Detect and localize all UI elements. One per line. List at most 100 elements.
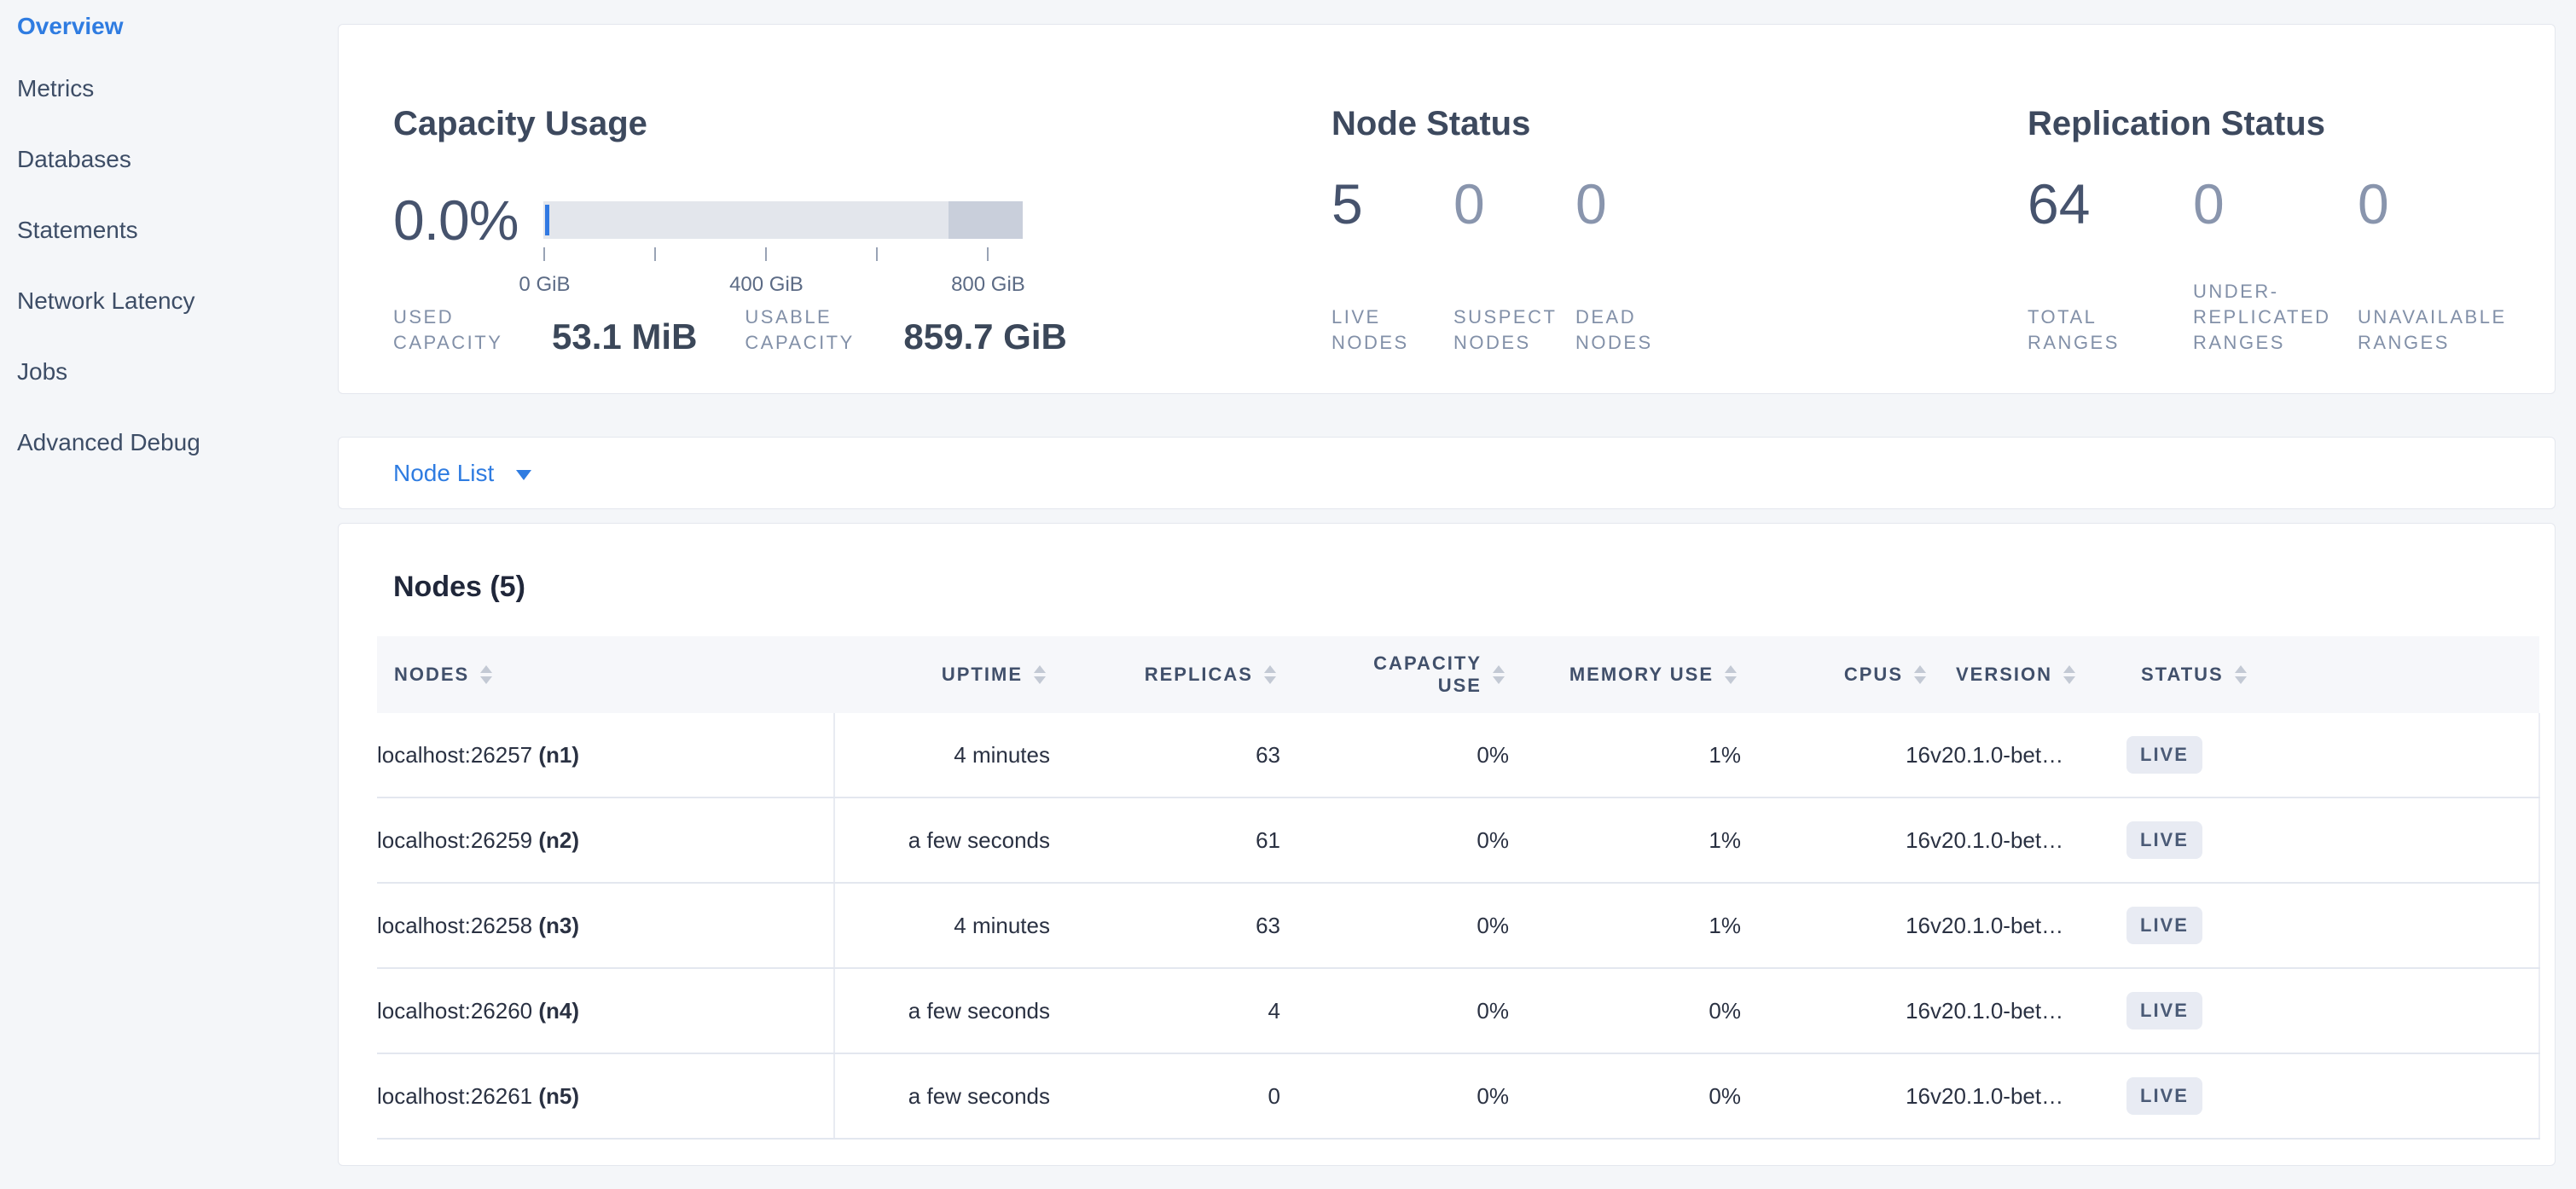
- dead-nodes-label: DEAD NODES: [1575, 304, 1686, 356]
- sidebar-item-databases[interactable]: Databases: [0, 124, 338, 194]
- node-memory-use: 0%: [1509, 968, 1741, 1053]
- node-id: (n2): [538, 827, 579, 853]
- node-uptime: a few seconds: [834, 968, 1050, 1053]
- node-uptime: a few seconds: [834, 798, 1050, 883]
- node-address: localhost:26260 (n4): [377, 968, 834, 1053]
- sort-icon: [476, 665, 496, 684]
- axis-label-800: 800 GiB: [920, 273, 1056, 297]
- column-header-capacity-use[interactable]: CAPACITY USE: [1280, 636, 1509, 713]
- cluster-overview-page: Overview Metrics Databases Statements Ne…: [0, 0, 2576, 1189]
- sidebar-item-statements[interactable]: Statements: [0, 194, 338, 265]
- sidebar-item-label: Databases: [17, 146, 131, 173]
- column-header-replicas[interactable]: REPLICAS: [1050, 636, 1280, 713]
- sidebar-item-network-latency[interactable]: Network Latency: [0, 265, 338, 336]
- sort-icon: [2231, 665, 2251, 684]
- node-uptime: a few seconds: [834, 1053, 1050, 1139]
- node-id: (n4): [538, 998, 579, 1024]
- node-address: localhost:26257 (n1): [377, 713, 834, 798]
- node-memory-use: 1%: [1509, 883, 1741, 968]
- node-replicas: 0: [1050, 1053, 1280, 1139]
- node-replicas: 61: [1050, 798, 1280, 883]
- under-replicated-ranges-label: UNDER-REPLICATED RANGES: [2193, 279, 2351, 356]
- sidebar-item-jobs[interactable]: Jobs: [0, 336, 338, 407]
- table-row-n1: localhost:26257 (n1) 4 minutes 63 0% 1% …: [377, 713, 2539, 798]
- sidebar-item-metrics[interactable]: Metrics: [0, 53, 338, 124]
- sort-icon: [1030, 665, 1050, 684]
- node-version: v20.1.0-bet…: [1930, 883, 2126, 968]
- capacity-bar-chart: 0 GiB 400 GiB 800 GiB: [543, 201, 1023, 239]
- table-row-n5: localhost:26261 (n5) a few seconds 0 0% …: [377, 1053, 2539, 1139]
- replication-metrics: 64 0 0: [2028, 171, 2389, 236]
- node-status-section: Node Status 5 0 0 LIVE NODES SUSPECT NOD…: [1332, 25, 2028, 393]
- column-header-version[interactable]: VERSION: [1930, 636, 2126, 713]
- node-status-cell: LIVE: [2126, 713, 2539, 798]
- table-row-n3: localhost:26258 (n3) 4 minutes 63 0% 1% …: [377, 883, 2539, 968]
- node-version: v20.1.0-bet…: [1930, 1053, 2126, 1139]
- node-list-dropdown-label: Node List: [393, 460, 494, 487]
- node-status-metrics: 5 0 0: [1332, 171, 1697, 236]
- axis-label-0: 0 GiB: [476, 273, 612, 297]
- axis-tick: [765, 247, 767, 261]
- column-header-cpus[interactable]: CPUS: [1741, 636, 1930, 713]
- table-header-row: NODES UPTIME REPLICAS CAPACITY USE MEMOR…: [377, 636, 2539, 713]
- node-address: localhost:26261 (n5): [377, 1053, 834, 1139]
- node-memory-use: 0%: [1509, 1053, 1741, 1139]
- suspect-nodes-label: SUSPECT NODES: [1453, 304, 1564, 356]
- node-uptime: 4 minutes: [834, 883, 1050, 968]
- nodes-table: NODES UPTIME REPLICAS CAPACITY USE MEMOR…: [377, 636, 2540, 1140]
- used-capacity-label: USED CAPACITY: [393, 304, 521, 356]
- node-replicas: 63: [1050, 883, 1280, 968]
- node-memory-use: 1%: [1509, 798, 1741, 883]
- column-header-memory-use[interactable]: MEMORY USE: [1509, 636, 1741, 713]
- usable-capacity-label: USABLE CAPACITY: [745, 304, 873, 356]
- node-replicas: 63: [1050, 713, 1280, 798]
- table-row-n2: localhost:26259 (n2) a few seconds 61 0%…: [377, 798, 2539, 883]
- node-id: (n5): [538, 1083, 579, 1109]
- sidebar-item-label: Overview: [17, 13, 124, 40]
- node-uptime: 4 minutes: [834, 713, 1050, 798]
- node-capacity-use: 0%: [1280, 798, 1509, 883]
- replication-status-section: Replication Status 64 0 0 TOTAL RANGES U…: [2028, 25, 2555, 393]
- sidebar-item-overview[interactable]: Overview: [0, 0, 338, 53]
- node-cpus: 16: [1741, 1053, 1930, 1139]
- capacity-usage-title: Capacity Usage: [393, 104, 647, 143]
- node-id: (n3): [538, 913, 579, 938]
- sidebar-item-label: Statements: [17, 217, 138, 244]
- column-header-status[interactable]: STATUS: [2126, 636, 2539, 713]
- node-cpus: 16: [1741, 883, 1930, 968]
- cluster-summary-card: Capacity Usage 0.0% 0 GiB 400 GiB: [338, 24, 2556, 394]
- node-list-dropdown[interactable]: Node List: [393, 460, 531, 487]
- sort-icon: [2059, 665, 2080, 684]
- sidebar: Overview Metrics Databases Statements Ne…: [0, 0, 338, 478]
- node-list-card: Node List: [338, 437, 2556, 509]
- caret-down-icon: [516, 470, 531, 480]
- node-id: (n1): [538, 742, 579, 768]
- nodes-table-card: Nodes (5) NODES UPTIME REPLICAS CAPACITY…: [338, 523, 2556, 1166]
- column-header-nodes[interactable]: NODES: [377, 636, 834, 713]
- usable-capacity-value: 859.7 GiB: [903, 318, 1066, 356]
- status-badge: LIVE: [2126, 1077, 2202, 1115]
- capacity-percent: 0.0%: [393, 188, 518, 252]
- node-capacity-use: 0%: [1280, 713, 1509, 798]
- main-content: Capacity Usage 0.0% 0 GiB 400 GiB: [338, 24, 2556, 1166]
- total-ranges-label: TOTAL RANGES: [2028, 304, 2164, 356]
- live-nodes-value: 5: [1332, 172, 1363, 235]
- node-status-labels: LIVE NODES SUSPECT NODES DEAD NODES: [1332, 304, 1697, 356]
- node-address: localhost:26258 (n3): [377, 883, 834, 968]
- replication-status-title: Replication Status: [2028, 104, 2325, 143]
- under-replicated-ranges-value: 0: [2193, 172, 2225, 235]
- used-capacity-value: 53.1 MiB: [552, 318, 697, 356]
- node-capacity-use: 0%: [1280, 1053, 1509, 1139]
- column-header-uptime[interactable]: UPTIME: [834, 636, 1050, 713]
- sidebar-item-label: Advanced Debug: [17, 429, 200, 456]
- node-status-cell: LIVE: [2126, 798, 2539, 883]
- total-ranges-value: 64: [2028, 172, 2090, 235]
- nodes-table-title: Nodes (5): [393, 568, 2555, 606]
- axis-tick: [654, 247, 656, 261]
- sort-icon: [1488, 665, 1509, 684]
- axis-tick: [543, 247, 545, 261]
- node-version: v20.1.0-bet…: [1930, 968, 2126, 1053]
- axis-tick: [987, 247, 989, 261]
- sidebar-item-advanced-debug[interactable]: Advanced Debug: [0, 407, 338, 478]
- node-status-cell: LIVE: [2126, 1053, 2539, 1139]
